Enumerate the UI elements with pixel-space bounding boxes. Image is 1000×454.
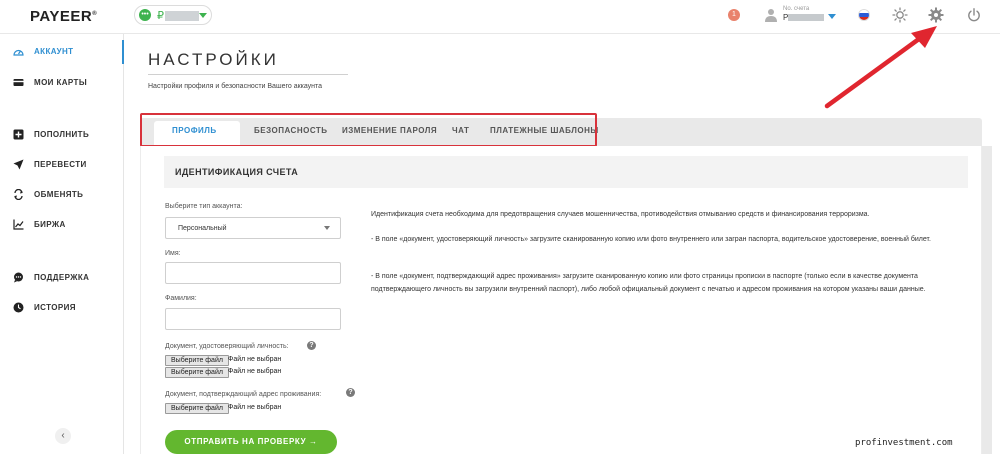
choose-file-button-1[interactable]: Выберите файл (165, 355, 229, 366)
info-paragraph-2: - В поле «документ, удостоверяющий лично… (371, 236, 931, 243)
account-type-select[interactable]: Персональный (165, 217, 341, 239)
watermark: profinvestment.com (855, 438, 953, 448)
section-title: ИДЕНТИФИКАЦИЯ СЧЕТА (175, 167, 299, 177)
annotation-arrow-icon (824, 26, 937, 109)
sidebar-item-label: АККАУНТ (34, 47, 74, 56)
address-document-label: Документ, подтверждающий адрес проживани… (165, 391, 322, 398)
page-subtitle: Настройки профиля и безопасности Вашего … (148, 83, 323, 90)
sidebar-item-label: ПЕРЕВЕСТИ (34, 160, 87, 169)
dashboard-icon (13, 49, 24, 56)
sidebar-item-label: ИСТОРИЯ (34, 303, 76, 312)
first-name-label: Имя: (165, 250, 181, 257)
wallet-icon: ••• (139, 9, 151, 21)
sidebar-item-account[interactable]: АККАУНТ (0, 40, 124, 64)
title-divider (148, 74, 348, 75)
sidebar-item-label: ОБМЕНЯТЬ (34, 190, 84, 199)
exchange-icon (14, 189, 23, 200)
help-icon[interactable]: ? (346, 388, 355, 397)
file-status-3: Файл не выбран (228, 404, 282, 411)
sidebar-item-label: БИРЖА (34, 220, 66, 229)
sidebar-item-support[interactable]: ПОДДЕРЖКА (0, 266, 124, 290)
first-name-input[interactable] (165, 262, 341, 284)
plus-square-icon (13, 129, 24, 140)
sidebar-item-label: ПОДДЕРЖКА (34, 273, 90, 282)
account-number-label: No. счета (783, 6, 810, 12)
help-icon[interactable]: ? (307, 341, 316, 350)
card-icon (13, 79, 24, 86)
choose-file-button-2[interactable]: Выберите файл (165, 367, 229, 378)
user-icon[interactable] (765, 8, 777, 22)
info-paragraph-3: - В поле «документ, подтверждающий адрес… (371, 273, 926, 293)
file-status-2: Файл не выбран (228, 368, 282, 375)
power-icon[interactable] (966, 7, 982, 23)
id-document-label: Документ, удостоверяющий личность: (165, 343, 289, 350)
chat-icon (14, 272, 23, 283)
last-name-label: Фамилия: (165, 295, 197, 302)
sidebar-collapse-button[interactable]: ‹ (55, 428, 71, 444)
page-title: НАСТРОЙКИ (148, 50, 279, 69)
tabs-highlight-box (140, 113, 597, 147)
payeer-logo[interactable]: PAYEER® (30, 8, 97, 25)
send-icon (13, 159, 24, 170)
sidebar-item-history[interactable]: ИСТОРИЯ (0, 296, 124, 320)
sidebar-item-transfer[interactable]: ПЕРЕВЕСТИ (0, 153, 124, 177)
sidebar-item-label: ПОПОЛНИТЬ (34, 130, 90, 139)
balance-currency: ₽ (157, 10, 164, 22)
chevron-down-icon (199, 13, 207, 18)
profile-panel: ИДЕНТИФИКАЦИЯ СЧЕТА Выберите тип аккаунт… (140, 146, 982, 454)
account-type-value: Персональный (178, 225, 227, 232)
sidebar: АККАУНТ МОИ КАРТЫ ПОПОЛНИТЬ ПЕРЕВЕСТИ ОБ… (0, 34, 124, 454)
sidebar-item-exchange-market[interactable]: БИРЖА (0, 213, 124, 237)
sidebar-item-exchange[interactable]: ОБМЕНЯТЬ (0, 183, 124, 207)
last-name-input[interactable] (165, 308, 341, 330)
sidebar-item-label: МОИ КАРТЫ (34, 78, 88, 87)
balance-selector[interactable]: ••• ₽ (134, 5, 212, 25)
scrollbar-track[interactable] (982, 146, 992, 454)
chevron-down-icon (324, 226, 330, 230)
chart-icon (13, 219, 24, 230)
account-type-label: Выберите тип аккаунта: (165, 203, 243, 210)
choose-file-button-3[interactable]: Выберите файл (165, 403, 229, 414)
balance-amount-redacted (165, 11, 199, 21)
clock-icon (13, 302, 24, 313)
section-header: ИДЕНТИФИКАЦИЯ СЧЕТА (164, 156, 968, 188)
notifications-badge[interactable]: 1 (728, 9, 740, 21)
sidebar-item-cards[interactable]: МОИ КАРТЫ (0, 71, 124, 95)
sidebar-item-deposit[interactable]: ПОПОЛНИТЬ (0, 123, 124, 147)
submit-for-review-button[interactable]: ОТПРАВИТЬ НА ПРОВЕРКУ → (165, 430, 337, 454)
info-paragraph-1: Идентификация счета необходима для предо… (371, 211, 870, 218)
file-status-1: Файл не выбран (228, 356, 282, 363)
